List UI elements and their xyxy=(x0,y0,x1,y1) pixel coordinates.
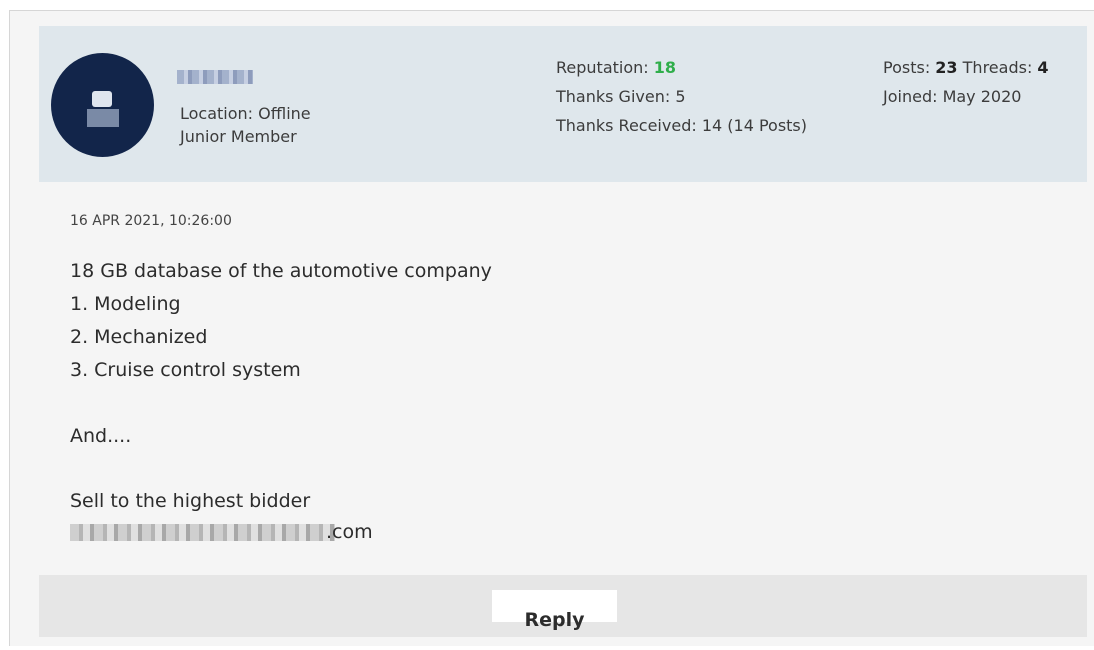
post-line-item-3: 3. Cruise control system xyxy=(70,359,301,381)
user-location: Location: Offline xyxy=(180,104,311,123)
posts-label: Posts: xyxy=(883,58,931,77)
reply-button[interactable]: Reply xyxy=(492,590,617,631)
avatar[interactable] xyxy=(51,53,154,157)
joined-stat: Joined: May 2020 xyxy=(883,87,1022,106)
post-line-title: 18 GB database of the automotive company xyxy=(70,260,492,282)
thanks-received-stat: Thanks Received: 14 (14 Posts) xyxy=(556,116,808,135)
thanks-given-stat: Thanks Given: 5 xyxy=(556,87,686,106)
avatar-image xyxy=(92,91,112,107)
reputation-value: 18 xyxy=(653,58,677,77)
posts-value: 23 xyxy=(935,58,958,77)
post-line-item-1: 1. Modeling xyxy=(70,293,181,315)
reputation-stat: Reputation: 18 xyxy=(556,56,676,79)
username-redacted[interactable] xyxy=(177,70,253,84)
threads-label: Threads: xyxy=(962,58,1033,77)
posts-threads-stat: Posts: 23 Threads: 4 xyxy=(883,56,1049,79)
email-redacted xyxy=(70,524,335,541)
reputation-label: Reputation: xyxy=(556,58,649,77)
post-date: 16 APR 2021, 10:26:00 xyxy=(70,213,232,229)
post-line-item-2: 2. Mechanized xyxy=(70,326,208,348)
post-line-sell: Sell to the highest bidder xyxy=(70,490,311,512)
avatar-image-detail xyxy=(87,109,119,127)
threads-value: 4 xyxy=(1037,58,1049,77)
post-line-and: And.... xyxy=(70,425,132,447)
email-suffix: .com xyxy=(326,521,373,543)
user-rank: Junior Member xyxy=(180,127,297,146)
